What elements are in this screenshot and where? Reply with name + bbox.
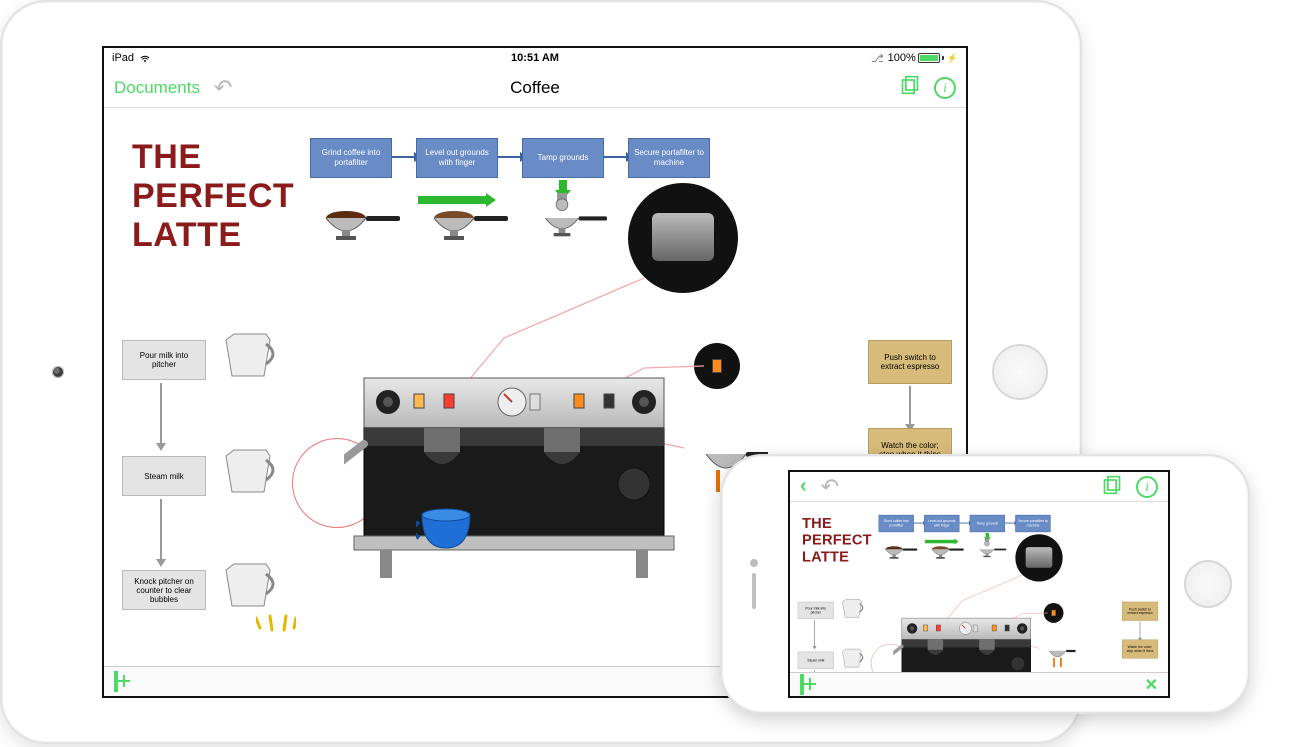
wifi-icon — [138, 53, 152, 63]
add-shape-button[interactable] — [114, 673, 118, 691]
navigation-bar: Documents ↶ Coffee i — [104, 68, 966, 108]
navigation-bar: ‹ ↶ i — [790, 472, 1168, 502]
bottom-toolbar: ✕ — [790, 672, 1168, 696]
down-arrow-icon — [160, 383, 162, 443]
step-pour-milk[interactable]: Pour milk into pitcher — [798, 602, 834, 619]
step-pour-milk[interactable]: Pour milk into pitcher — [122, 340, 206, 380]
iphone-camera — [750, 559, 758, 567]
down-arrow-icon — [814, 620, 815, 646]
carrier-label: iPad — [112, 52, 134, 64]
step-watch-color[interactable]: Watch the color; stop when it thins — [1122, 640, 1158, 659]
step-push-switch[interactable]: Push switch to extract espresso — [1122, 602, 1158, 621]
coffee-cup-icon[interactable] — [416, 508, 476, 552]
impact-icon — [256, 608, 296, 632]
down-arrow-icon — [1140, 622, 1141, 638]
ipad-camera — [52, 366, 64, 378]
milk-pitcher-icon[interactable] — [220, 560, 276, 610]
status-bar: iPad 10:51 AM ⎇ 100% ⚡ — [104, 48, 966, 68]
document-title: Coffee — [510, 78, 560, 98]
battery-percent: 100% — [888, 52, 916, 64]
charging-icon: ⚡ — [947, 53, 958, 64]
down-arrow-icon — [909, 386, 911, 424]
iphone-device-frame: ‹ ↶ i THE PERFECT LATTE Grind coffee int… — [720, 454, 1250, 714]
bluetooth-icon: ⎇ — [871, 52, 884, 65]
step-steam-milk[interactable]: Steam milk — [798, 652, 834, 669]
back-chevron-icon[interactable]: ‹ — [800, 475, 807, 498]
iphone-speaker — [752, 573, 756, 609]
info-icon[interactable]: i — [934, 77, 956, 99]
plus-icon — [114, 671, 118, 692]
diagram-canvas[interactable]: THE PERFECT LATTE Grind coffee into port… — [790, 502, 1168, 672]
undo-icon[interactable]: ↶ — [821, 474, 839, 500]
milk-pitcher-icon[interactable] — [840, 696, 864, 698]
milk-pitcher-icon[interactable] — [840, 597, 864, 619]
close-button[interactable]: ✕ — [1145, 675, 1158, 695]
milk-pitcher-icon[interactable] — [220, 446, 276, 496]
milk-pitcher-icon[interactable] — [840, 647, 864, 669]
iphone-home-button[interactable] — [1184, 560, 1232, 608]
layers-icon[interactable] — [1102, 475, 1122, 498]
espresso-machine-icon[interactable] — [344, 358, 684, 588]
plus-icon — [800, 674, 804, 695]
undo-icon[interactable]: ↶ — [214, 75, 232, 101]
add-shape-button[interactable] — [800, 676, 804, 694]
portafilter-extracting-icon[interactable] — [1041, 646, 1075, 671]
iphone-screen: ‹ ↶ i THE PERFECT LATTE Grind coffee int… — [788, 470, 1170, 698]
step-steam-milk[interactable]: Steam milk — [122, 456, 206, 496]
documents-back-button[interactable]: Documents — [114, 78, 200, 98]
info-icon[interactable]: i — [1136, 476, 1158, 498]
layers-icon[interactable] — [900, 75, 920, 100]
ipad-home-button[interactable] — [992, 344, 1048, 400]
step-knock-pitcher[interactable]: Knock pitcher on counter to clear bubble… — [122, 570, 206, 610]
step-push-switch[interactable]: Push switch to extract espresso — [868, 340, 952, 384]
clock: 10:51 AM — [511, 52, 559, 64]
milk-pitcher-icon[interactable] — [220, 330, 276, 380]
down-arrow-icon — [160, 499, 162, 559]
battery-indicator: 100% ⚡ — [888, 52, 958, 64]
